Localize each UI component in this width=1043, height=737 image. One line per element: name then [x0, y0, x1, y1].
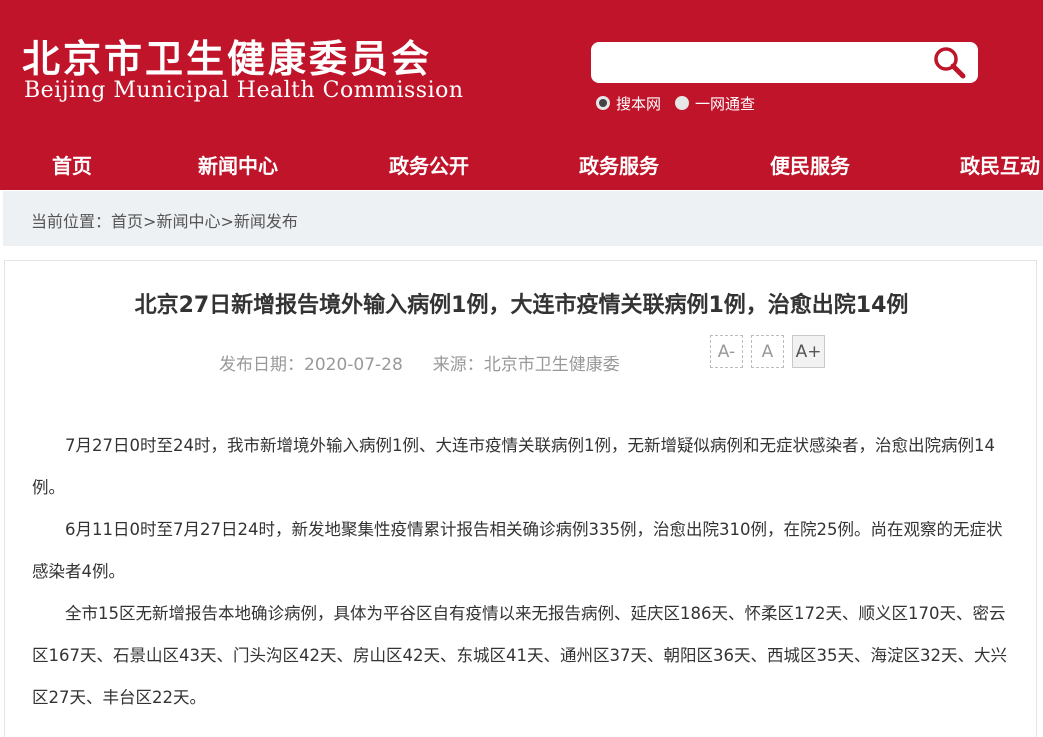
nav-public-services[interactable]: 便民服务	[770, 150, 850, 179]
article-source: 来源：北京市卫生健康委	[432, 355, 620, 375]
search-icon	[934, 47, 966, 79]
breadcrumb-separator: >	[220, 212, 234, 231]
article-paragraph: 7月27日0时至24时，我市新增境外输入病例1例、大连市疫情关联病例1例，无新增…	[32, 436, 995, 497]
font-decrease-button[interactable]: A-	[710, 335, 743, 368]
main-nav: 首页 新闻中心 政务公开 政务服务 便民服务 政民互动	[0, 140, 1043, 190]
logo-english[interactable]: Beijing Municipal Health Commission	[24, 78, 464, 103]
breadcrumb-prefix: 当前位置：	[31, 212, 112, 231]
radio-all-search[interactable]	[675, 96, 690, 110]
font-normal-label: A	[761, 341, 774, 362]
article-title: 北京27日新增报告境外输入病例1例，大连市疫情关联病例1例，治愈出院14例	[134, 293, 909, 318]
breadcrumb-news-center[interactable]: 新闻中心	[156, 212, 220, 231]
breadcrumb-news-release[interactable]: 新闻发布	[234, 212, 298, 231]
site-header: 北京市卫生健康委员会 Beijing Municipal Health Comm…	[0, 0, 1043, 190]
font-size-controls: A- A A+	[710, 335, 833, 368]
radio-site-search-label[interactable]: 搜本网	[616, 93, 661, 114]
article: 北京27日新增报告境外输入病例1例，大连市疫情关联病例1例，治愈出院14例 发布…	[4, 260, 1037, 737]
nav-news-center[interactable]: 新闻中心	[198, 150, 278, 179]
article-paragraph: 6月11日0时至7月27日24时，新发地聚集性疫情累计报告相关确诊病例335例，…	[32, 520, 1003, 581]
search-box	[591, 42, 978, 83]
breadcrumb-bar: 当前位置：首页>新闻中心>新闻发布	[3, 191, 1043, 246]
article-paragraph: 全市15区无新增报告本地确诊病例，具体为平谷区自有疫情以来无报告病例、延庆区18…	[32, 604, 1007, 707]
nav-government-affairs[interactable]: 政务公开	[389, 150, 469, 179]
search-scope: 搜本网 一网通查	[596, 93, 769, 113]
breadcrumb-separator: >	[143, 212, 157, 231]
radio-all-search-label[interactable]: 一网通查	[695, 93, 755, 114]
article-meta: 发布日期：2020-07-28 来源：北京市卫生健康委	[219, 350, 620, 375]
nav-government-services[interactable]: 政务服务	[579, 150, 659, 179]
nav-interaction[interactable]: 政民互动	[960, 150, 1040, 179]
breadcrumb-home[interactable]: 首页	[111, 212, 143, 231]
search-input[interactable]	[603, 48, 913, 77]
search-button[interactable]	[930, 44, 970, 81]
font-normal-button[interactable]: A	[751, 335, 784, 368]
nav-home[interactable]: 首页	[52, 150, 92, 179]
font-increase-button[interactable]: A+	[792, 335, 825, 368]
breadcrumb: 当前位置：首页>新闻中心>新闻发布	[31, 208, 298, 232]
logo-chinese[interactable]: 北京市卫生健康委员会	[22, 28, 432, 83]
publish-date: 发布日期：2020-07-28	[219, 355, 403, 375]
article-body: 7月27日0时至24时，我市新增境外输入病例1例、大连市疫情关联病例1例，无新增…	[32, 425, 1012, 719]
font-increase-label: A+	[795, 341, 822, 362]
radio-site-search[interactable]	[596, 96, 610, 110]
font-decrease-label: A-	[717, 341, 736, 362]
